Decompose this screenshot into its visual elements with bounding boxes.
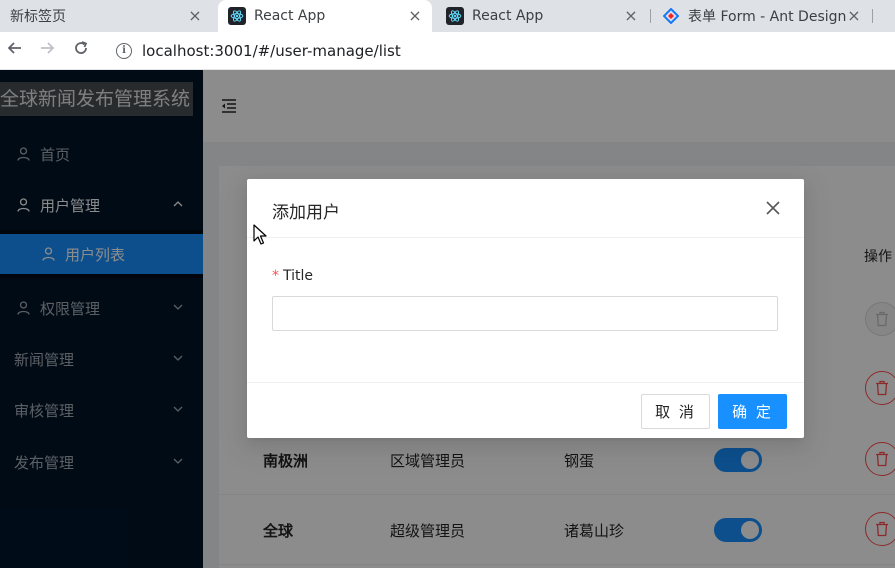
modal-title: 添加用户	[272, 203, 340, 223]
close-icon[interactable]	[764, 199, 782, 217]
browser-toolbar: i localhost:3001/#/user-manage/list	[0, 32, 895, 70]
modal-header: 添加用户	[247, 179, 804, 238]
tab-title: 表单 Form - Ant Design	[688, 9, 847, 25]
site-info-icon[interactable]: i	[116, 43, 132, 59]
browser-tab-new-tab[interactable]: 新标签页 ×	[0, 0, 212, 32]
add-user-modal: 添加用户 * Title 取 消 确 定	[247, 179, 804, 438]
browser-tab-ant-design-form[interactable]: 表单 Form - Ant Design ×	[652, 0, 867, 32]
tab-title: React App	[472, 8, 544, 24]
mouse-cursor-icon	[253, 224, 269, 246]
reload-icon[interactable]	[70, 40, 92, 62]
url-path: /#/user-manage/list	[252, 42, 401, 60]
tab-title: 新标签页	[10, 9, 66, 25]
react-icon	[446, 7, 464, 25]
url-host: localhost:3001	[142, 42, 253, 60]
tab-close-icon[interactable]: ×	[186, 7, 204, 25]
tab-title: React App	[254, 8, 326, 24]
browser-tab-react-app[interactable]: React App ×	[436, 0, 648, 32]
ant-design-icon	[662, 7, 680, 25]
browser-tab-strip: 新标签页 × React App × React App × 表单 Form -…	[0, 0, 895, 32]
tab-separator	[650, 9, 651, 23]
title-field-label-text: Title	[283, 268, 314, 284]
forward-arrow-icon[interactable]	[36, 40, 58, 62]
tab-close-icon[interactable]: ×	[845, 7, 863, 25]
address-bar[interactable]: localhost:3001/#/user-manage/list	[142, 42, 401, 60]
modal-footer: 取 消 确 定	[247, 382, 804, 438]
tab-close-icon[interactable]: ×	[406, 7, 424, 25]
react-icon	[228, 7, 246, 25]
title-field-label: * Title	[272, 268, 313, 284]
title-input[interactable]	[272, 296, 778, 331]
browser-tab-react-app-active[interactable]: React App ×	[218, 0, 432, 32]
back-arrow-icon[interactable]	[4, 40, 26, 62]
cancel-button[interactable]: 取 消	[641, 394, 710, 429]
tab-close-icon[interactable]: ×	[622, 7, 640, 25]
tab-separator	[872, 9, 873, 23]
required-mark: *	[272, 268, 279, 284]
ok-button[interactable]: 确 定	[718, 394, 787, 429]
